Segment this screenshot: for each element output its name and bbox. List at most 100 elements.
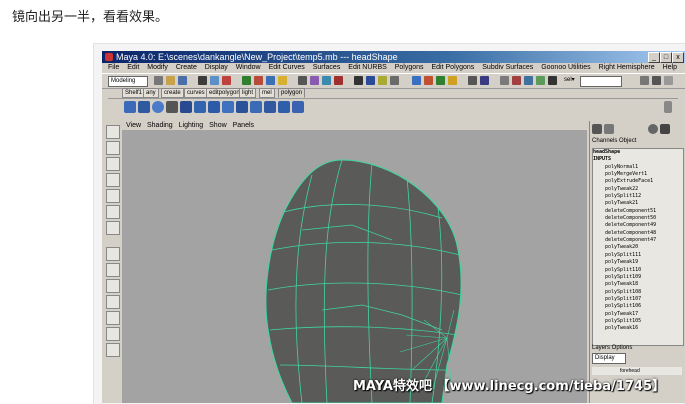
- history-item[interactable]: deleteComponent51: [593, 208, 683, 215]
- menu-modify[interactable]: Modify: [147, 63, 168, 73]
- node-name[interactable]: headShape: [593, 149, 683, 156]
- history-icon[interactable]: [354, 76, 363, 85]
- manipulator-tool-icon[interactable]: [106, 205, 120, 219]
- viewport[interactable]: [122, 130, 587, 403]
- tool-icon-c[interactable]: [436, 76, 445, 85]
- menu-polygons[interactable]: Polygons: [395, 63, 424, 73]
- select-hierarchy-icon[interactable]: [198, 76, 207, 85]
- history-item[interactable]: polyTweak16: [593, 325, 683, 332]
- history-item[interactable]: polyTweak21: [593, 200, 683, 207]
- tool-icon-h[interactable]: [512, 76, 521, 85]
- poly-separate-icon[interactable]: [236, 101, 248, 113]
- poly-torus-icon[interactable]: [208, 101, 220, 113]
- history-item[interactable]: deleteComponent50: [593, 215, 683, 222]
- move-tool-icon[interactable]: [106, 157, 120, 171]
- layer-editor-icon[interactable]: [648, 124, 658, 134]
- history-item[interactable]: polyExtrudeFace1: [593, 178, 683, 185]
- poly-cylinder-icon[interactable]: [180, 101, 192, 113]
- viewport-menu-lighting[interactable]: Lighting: [179, 122, 204, 129]
- history-item[interactable]: deleteComponent49: [593, 222, 683, 229]
- tool-icon-e[interactable]: [468, 76, 477, 85]
- menu-help[interactable]: Help: [663, 63, 677, 73]
- history-item[interactable]: polyTweak19: [593, 259, 683, 266]
- mask-vertex-icon[interactable]: [242, 76, 251, 85]
- title-bar[interactable]: Maya 4.0: E:\scenes\dankangle\New_Projec…: [102, 51, 685, 63]
- menu-edit-polygons[interactable]: Edit Polygons: [432, 63, 475, 73]
- viewport-menu-panels[interactable]: Panels: [233, 122, 254, 129]
- shelf-tab-shelf1[interactable]: Shelf1: [122, 88, 146, 98]
- new-scene-icon[interactable]: [154, 76, 163, 85]
- minimize-button[interactable]: _: [648, 52, 660, 63]
- close-button[interactable]: x: [672, 52, 684, 63]
- shelf-tab-light[interactable]: light: [239, 88, 257, 98]
- history-item[interactable]: polyTweak22: [593, 186, 683, 193]
- toggle-icon-b[interactable]: [652, 76, 661, 85]
- snap-view-icon[interactable]: [334, 76, 343, 85]
- poly-combine-icon[interactable]: [222, 101, 234, 113]
- last-tool-icon[interactable]: [106, 221, 120, 235]
- tool-icon-a[interactable]: [412, 76, 421, 85]
- history-item[interactable]: polySplit110: [593, 267, 683, 274]
- shelf-tab-editpolygon[interactable]: editpolygon: [206, 88, 243, 98]
- shelf-tab-create[interactable]: create: [161, 88, 184, 98]
- channel-box-tabs[interactable]: Channels Object: [592, 138, 636, 144]
- tool-icon-k[interactable]: [548, 76, 557, 85]
- layout-graph-icon[interactable]: [106, 311, 120, 325]
- layer-row[interactable]: forehead: [592, 367, 682, 375]
- tool-icon-f[interactable]: [480, 76, 489, 85]
- poly-merge-icon[interactable]: [278, 101, 290, 113]
- viewport-menu-show[interactable]: Show: [209, 122, 227, 129]
- mask-face-icon[interactable]: [266, 76, 275, 85]
- layout-hypershade-icon[interactable]: [106, 327, 120, 341]
- history-item[interactable]: polyMergeVert1: [593, 171, 683, 178]
- tool-icon-j[interactable]: [536, 76, 545, 85]
- snap-grid-icon[interactable]: [298, 76, 307, 85]
- layout-outliner-icon[interactable]: [106, 295, 120, 309]
- maximize-button[interactable]: □: [660, 52, 672, 63]
- mask-uv-icon[interactable]: [278, 76, 287, 85]
- tool-icon-g[interactable]: [500, 76, 509, 85]
- save-scene-icon[interactable]: [178, 76, 187, 85]
- shelf-tab-curves[interactable]: curves: [184, 88, 208, 98]
- poly-sphere-icon[interactable]: [152, 101, 164, 113]
- layout-single-icon[interactable]: [106, 247, 120, 261]
- select-component-icon[interactable]: [222, 76, 231, 85]
- history-item[interactable]: polySplit109: [593, 274, 683, 281]
- history-item[interactable]: polySplit112: [593, 193, 683, 200]
- history-item[interactable]: polySplit105: [593, 318, 683, 325]
- shelf-tab-polygon[interactable]: polygon: [278, 88, 306, 98]
- tool-icon-d[interactable]: [448, 76, 457, 85]
- snap-point-icon[interactable]: [322, 76, 331, 85]
- channel-box-icon[interactable]: [592, 124, 602, 134]
- menu-edit-nurbs[interactable]: Edit NURBS: [348, 63, 387, 73]
- ipr-render-icon[interactable]: [378, 76, 387, 85]
- menu-subdiv-surfaces[interactable]: Subdiv Surfaces: [482, 63, 533, 73]
- menu-window[interactable]: Window: [236, 63, 261, 73]
- menu-edit[interactable]: Edit: [127, 63, 139, 73]
- shelf-tab-mel[interactable]: mel: [259, 88, 275, 98]
- menu-create[interactable]: Create: [176, 63, 197, 73]
- poly-cube-icon[interactable]: [124, 101, 136, 113]
- menu-display[interactable]: Display: [205, 63, 228, 73]
- snap-curve-icon[interactable]: [310, 76, 319, 85]
- render-icon[interactable]: [366, 76, 375, 85]
- menu-surfaces[interactable]: Surfaces: [313, 63, 341, 73]
- select-tool-icon[interactable]: [106, 125, 120, 139]
- menu-right-hemisphere[interactable]: Right Hemisphere: [599, 63, 655, 73]
- layers-display-dropdown[interactable]: Display: [592, 353, 626, 364]
- tool-icon-b[interactable]: [424, 76, 433, 85]
- toggle-icon-c[interactable]: [664, 76, 673, 85]
- poly-split-icon[interactable]: [264, 101, 276, 113]
- history-item[interactable]: polySplit111: [593, 252, 683, 259]
- history-item[interactable]: deleteComponent47: [593, 237, 683, 244]
- selection-field[interactable]: [580, 76, 622, 87]
- attribute-editor-icon[interactable]: [604, 124, 614, 134]
- shelf-tab-any[interactable]: any: [143, 88, 159, 98]
- rotate-tool-icon[interactable]: [106, 173, 120, 187]
- select-object-icon[interactable]: [210, 76, 219, 85]
- shelf-scroll-icon[interactable]: [664, 101, 672, 113]
- menu-edit-curves[interactable]: Edit Curves: [269, 63, 305, 73]
- history-item[interactable]: polyTweak18: [593, 281, 683, 288]
- poly-cone-icon[interactable]: [194, 101, 206, 113]
- layout-side-icon[interactable]: [106, 279, 120, 293]
